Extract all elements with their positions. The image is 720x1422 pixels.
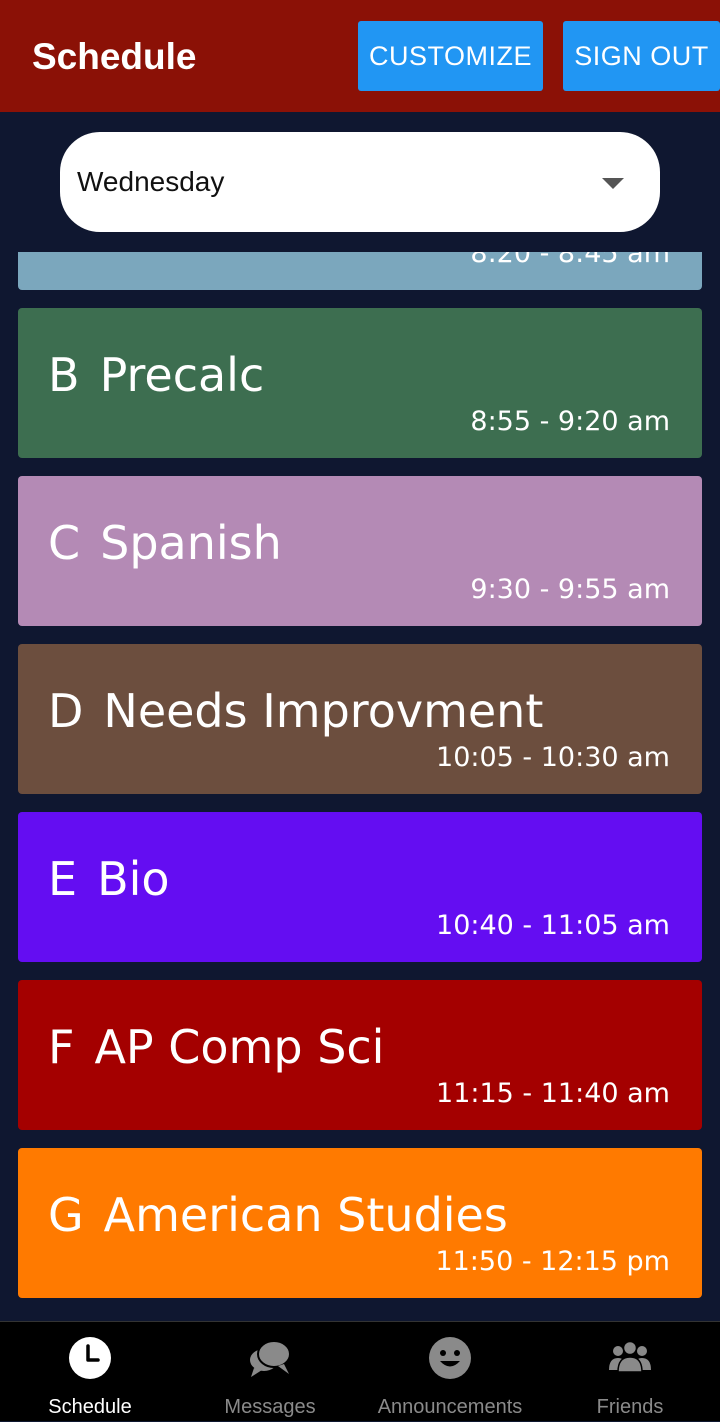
- sign-out-button[interactable]: SIGN OUT: [563, 21, 720, 91]
- period-card[interactable]: F AP Comp Sci 11:15 - 11:40 am: [18, 980, 702, 1130]
- period-label: G American Studies: [48, 1188, 508, 1242]
- period-name: Precalc: [99, 348, 265, 402]
- bottom-nav: Schedule Messages Announcements Friends: [0, 1321, 720, 1421]
- nav-label: Schedule: [48, 1396, 132, 1418]
- period-label: F AP Comp Sci: [48, 1020, 384, 1074]
- period-label: D Needs Improvment: [48, 684, 543, 738]
- clock-icon: [69, 1337, 111, 1379]
- period-time: 8:20 - 8:45 am: [470, 252, 670, 269]
- period-time: 11:15 - 11:40 am: [436, 1078, 670, 1109]
- period-card[interactable]: 8:20 - 8:45 am: [18, 252, 702, 290]
- period-card[interactable]: C Spanish 9:30 - 9:55 am: [18, 476, 702, 626]
- period-name: Spanish: [100, 516, 282, 570]
- period-card[interactable]: E Bio 10:40 - 11:05 am: [18, 812, 702, 962]
- period-time: 9:30 - 9:55 am: [470, 574, 670, 605]
- smiley-icon: [429, 1337, 471, 1379]
- period-name: American Studies: [103, 1188, 508, 1242]
- chat-bubbles-icon: [250, 1340, 291, 1377]
- period-name: Needs Improvment: [103, 684, 544, 738]
- period-letter: B: [48, 348, 80, 402]
- nav-tab-schedule[interactable]: Schedule: [0, 1322, 180, 1422]
- day-picker[interactable]: Wednesday: [60, 132, 660, 232]
- period-label: C Spanish: [48, 516, 282, 570]
- period-name: Bio: [97, 852, 170, 906]
- nav-tab-announcements[interactable]: Announcements: [360, 1322, 540, 1422]
- app-header: Schedule CUSTOMIZE SIGN OUT: [0, 0, 720, 112]
- day-picker-value: Wednesday: [77, 166, 225, 197]
- nav-label: Friends: [596, 1396, 664, 1418]
- period-card[interactable]: G American Studies 11:50 - 12:15 pm: [18, 1148, 702, 1298]
- period-card[interactable]: B Precalc 8:55 - 9:20 am: [18, 308, 702, 458]
- customize-button[interactable]: CUSTOMIZE: [358, 21, 543, 91]
- period-time: 10:05 - 10:30 am: [436, 742, 670, 773]
- dropdown-caret-icon: [602, 178, 624, 189]
- period-letter: C: [48, 516, 81, 570]
- period-time: 10:40 - 11:05 am: [436, 910, 670, 941]
- period-letter: E: [48, 852, 78, 906]
- nav-label: Messages: [224, 1396, 316, 1418]
- period-label: E Bio: [48, 852, 170, 906]
- period-letter: G: [48, 1188, 84, 1242]
- period-letter: D: [48, 684, 84, 738]
- period-list[interactable]: 8:20 - 8:45 am B Precalc 8:55 - 9:20 am C…: [0, 252, 720, 1320]
- nav-tab-messages[interactable]: Messages: [180, 1322, 360, 1422]
- period-time: 11:50 - 12:15 pm: [435, 1246, 670, 1277]
- page-title: Schedule: [32, 36, 197, 77]
- people-icon: [609, 1340, 651, 1373]
- period-card[interactable]: D Needs Improvment 10:05 - 10:30 am: [18, 644, 702, 794]
- nav-tab-friends[interactable]: Friends: [540, 1322, 720, 1422]
- nav-label: Announcements: [377, 1396, 523, 1418]
- period-name: AP Comp Sci: [94, 1020, 385, 1074]
- period-label: B Precalc: [48, 348, 264, 402]
- period-time: 8:55 - 9:20 am: [470, 406, 670, 437]
- period-letter: F: [48, 1020, 75, 1074]
